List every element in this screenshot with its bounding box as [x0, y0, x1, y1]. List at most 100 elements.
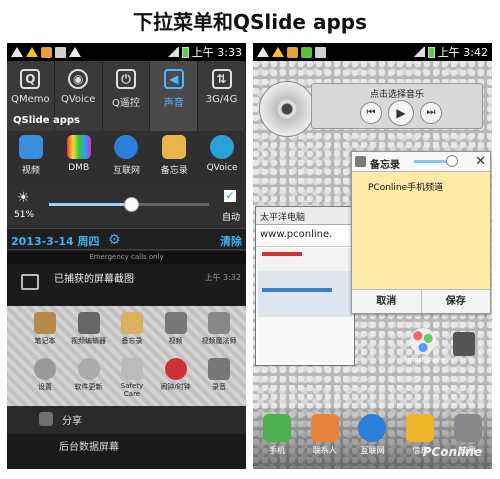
opacity-thumb[interactable]	[446, 155, 458, 167]
bg-app-label: 备忘录	[121, 337, 143, 345]
share-button[interactable]: 分享	[62, 412, 82, 427]
notebook-icon	[34, 312, 56, 334]
left-phone-screen: 上午 3:33 Q QMemo ◉ QVoice ⏻ Q遥控 ◀ 声音 ⇅ 3G…	[7, 43, 246, 469]
bg-app: 视频	[158, 312, 194, 346]
bg-app-label: 视频魔法师	[201, 337, 237, 345]
memo-window[interactable]: 备忘录 ✕ PConline手机频道 取消 保存	[351, 151, 491, 314]
brightness-thumb[interactable]	[123, 197, 139, 212]
bg-app: 笔记本	[27, 312, 63, 346]
cancel-button[interactable]: 取消	[352, 290, 421, 313]
message-icon	[287, 46, 298, 58]
memo-icon	[355, 156, 366, 167]
warning-icon	[26, 47, 38, 57]
auto-label: 自动	[221, 213, 240, 223]
qslide-dmb[interactable]: DMB	[55, 131, 103, 186]
brightness-row: ☀ 51% ✓ 自动	[7, 186, 246, 228]
save-button[interactable]: 保存	[420, 290, 491, 313]
prev-button[interactable]: ⏮	[360, 102, 382, 124]
memo-icon	[162, 135, 187, 159]
app-label: 备忘录	[160, 166, 188, 176]
bg-app: 视频魔法师	[201, 312, 237, 346]
video-icon	[18, 135, 43, 159]
next-button[interactable]: ⏭	[420, 102, 442, 124]
qs-label: QVoice	[60, 94, 96, 105]
update-icon	[77, 358, 100, 380]
share-icon	[39, 412, 53, 426]
safety-icon	[121, 358, 143, 380]
bg-app-label: 视频	[168, 337, 183, 345]
qslide-video[interactable]: 视频	[7, 131, 55, 186]
video-wiz-icon	[208, 312, 230, 334]
music-title[interactable]: 点击选择音乐	[312, 87, 482, 100]
settings-icon	[34, 358, 56, 380]
qslide-apps: 视频 DMB 互联网 备忘录 QVoice	[7, 131, 246, 186]
trash-icon[interactable]	[453, 332, 475, 356]
app-label: DMB	[68, 163, 90, 173]
bg-app-label: 软件更新	[74, 383, 103, 391]
clear-button[interactable]: 清除	[220, 233, 242, 249]
notification-time: 上午 3:32	[204, 273, 241, 282]
qs-label: Q遥控	[112, 98, 140, 109]
qs-label: 声音	[163, 98, 184, 109]
share-bar: 分享	[7, 406, 246, 434]
bg-app: 录音	[201, 358, 237, 398]
cd-icon	[259, 81, 315, 137]
brightness-slider[interactable]	[49, 197, 209, 212]
battery-icon	[181, 46, 189, 58]
emergency-text: Emergency calls only	[7, 251, 246, 264]
page-caption: 下拉菜单和QSlide apps	[133, 10, 367, 34]
gear-icon[interactable]: ⚙	[108, 232, 121, 248]
clock: 上午 3:33	[191, 46, 242, 59]
memo-title: 备忘录	[370, 160, 400, 171]
qslide-memo[interactable]: 备忘录	[150, 131, 198, 186]
smartshare-app[interactable]: SmartShare	[403, 328, 444, 364]
close-icon[interactable]: ✕	[475, 154, 486, 169]
browser-window[interactable]: 太平洋电脑 www.pconline.	[255, 206, 355, 366]
image-icon	[21, 274, 39, 290]
video-icon	[164, 312, 187, 334]
watermark-logo: PConline	[422, 445, 482, 459]
bg-row-2: 设置 软件更新 Safety Care 闹钟/时钟 录音	[27, 358, 237, 398]
browser-page	[258, 248, 352, 363]
bg-app-label: 设置	[38, 383, 52, 391]
qslide-title: QSlide apps	[13, 115, 80, 126]
qslide-browser[interactable]: 互联网	[103, 131, 151, 186]
recorder-icon	[208, 358, 230, 380]
brightness-percent: 51%	[14, 210, 35, 220]
play-button[interactable]: ▶	[388, 100, 414, 126]
notification-item[interactable]: 已捕获的屏幕截图 上午 3:32	[7, 264, 246, 306]
bg-app: 视频编辑器	[71, 312, 107, 346]
app-label: 互联网	[112, 166, 140, 176]
dock-browser[interactable]: 互联网	[351, 414, 393, 456]
right-phone-screen: 上午 3:42 点击选择音乐 ⏮ ▶ ⏭ 太平洋电脑 www.pconline.…	[253, 43, 492, 469]
bg-app-label: 视频编辑器	[71, 337, 106, 345]
remote-icon: ⏻	[115, 69, 136, 89]
background-apps: 笔记本 视频编辑器 备忘录 视频 视频魔法师 设置 软件更新 Safety Ca…	[7, 306, 246, 406]
memo-text[interactable]: PConline手机频道	[368, 180, 443, 193]
status-bar: 上午 3:33	[7, 43, 246, 61]
bg-app-label: 录音	[212, 383, 226, 391]
status-bar: 上午 3:42	[253, 43, 492, 61]
alert-icon	[69, 47, 81, 57]
qslide-qvoice[interactable]: QVoice	[198, 131, 246, 186]
bg-app-label: 闹钟/时钟	[160, 383, 191, 391]
dock-contacts[interactable]: 联系人	[304, 414, 346, 456]
auto-checkbox[interactable]: ✓	[224, 190, 236, 202]
memo-header: 备忘录 ✕	[352, 152, 490, 172]
app-label: 视频	[21, 166, 40, 176]
bg-row-1: 笔记本 视频编辑器 备忘录 视频 视频魔法师	[27, 312, 237, 346]
browser-icon	[114, 135, 139, 159]
dock-phone[interactable]: 手机	[256, 414, 298, 456]
screenshot-icon	[55, 46, 66, 58]
page-banner	[262, 288, 332, 292]
screenshot-icon	[315, 46, 326, 58]
dock-label: 手机	[268, 446, 285, 455]
video-editor-icon	[77, 312, 100, 334]
brightness-fill	[49, 203, 131, 206]
message-icon	[406, 414, 435, 442]
bg-app-label: 笔记本	[34, 337, 56, 345]
brightness-icon: ☀	[17, 190, 30, 206]
dock-label: 互联网	[360, 446, 385, 455]
browser-url[interactable]: www.pconline.	[256, 225, 354, 247]
browser-title: 太平洋电脑	[256, 207, 354, 225]
